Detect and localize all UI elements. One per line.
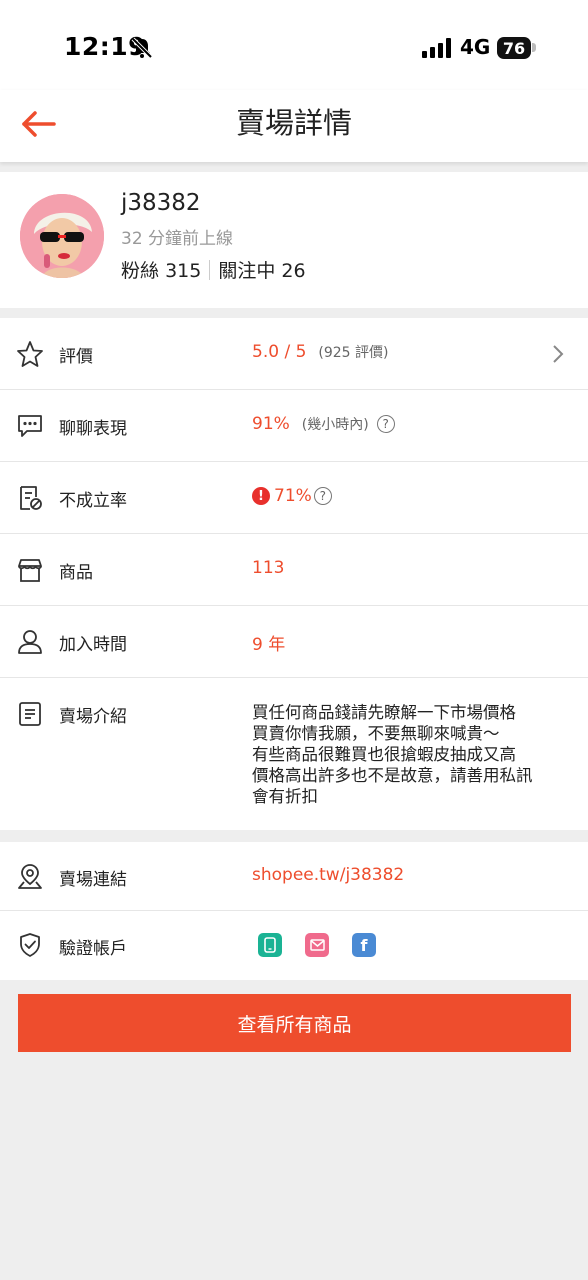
cancellation-rate: 71% bbox=[274, 486, 312, 506]
document-text-icon bbox=[19, 702, 41, 726]
chat-bubble-icon bbox=[18, 415, 42, 437]
app-header: 賣場詳情 bbox=[0, 90, 588, 162]
page-title: 賣場詳情 bbox=[235, 106, 352, 140]
joined-value: 9 年 bbox=[252, 635, 286, 655]
battery-icon: 76 bbox=[497, 37, 531, 59]
shop-intro-label: 賣場介紹 bbox=[59, 707, 127, 727]
cancellation-rate-value: ! 71% ? bbox=[252, 486, 332, 506]
cancellation-rate-label: 不成立率 bbox=[59, 491, 127, 511]
signal-icon bbox=[422, 38, 451, 58]
verified-accounts-label: 驗證帳戶 bbox=[59, 939, 127, 959]
joined-label: 加入時間 bbox=[59, 635, 127, 655]
facebook-letter: f bbox=[360, 935, 368, 955]
shop-stats-section: 評價 5.0 / 5 (925 評價) 聊聊表現 91% (幾小時內) ? 不成… bbox=[0, 318, 588, 830]
phone-verified-icon bbox=[258, 933, 282, 957]
rating-label: 評價 bbox=[59, 347, 93, 367]
shop-username: j38382 bbox=[121, 190, 201, 216]
chat-performance-row: 聊聊表現 91% (幾小時內) ? bbox=[0, 390, 588, 462]
help-icon[interactable]: ? bbox=[376, 415, 395, 433]
chevron-right-icon bbox=[553, 345, 564, 363]
storefront-icon bbox=[18, 559, 42, 582]
shop-intro-row: 賣場介紹 買任何商品錢請先瞭解一下市場價格 買賣你情我願，不要無聊來喊貴～ 有些… bbox=[0, 678, 588, 830]
products-count: 113 bbox=[252, 558, 285, 578]
chat-performance-label: 聊聊表現 bbox=[59, 419, 127, 439]
document-cancel-icon bbox=[20, 486, 42, 510]
stats-divider bbox=[209, 259, 211, 280]
network-type: 4G bbox=[460, 35, 491, 59]
chat-response-time: (幾小時內) bbox=[301, 417, 369, 433]
rating-count: (925 評價) bbox=[318, 345, 389, 361]
cancellation-rate-row: 不成立率 ! 71% ? bbox=[0, 462, 588, 534]
verified-accounts-row: 驗證帳戶 f bbox=[0, 911, 588, 980]
products-label: 商品 bbox=[59, 563, 93, 583]
shop-link-url[interactable]: shopee.tw/j38382 bbox=[252, 865, 404, 885]
joined-row: 加入時間 9 年 bbox=[0, 606, 588, 678]
shield-check-icon bbox=[20, 933, 40, 957]
status-bar: 12:19 4G 76 bbox=[0, 0, 588, 90]
shop-intro-text: 買任何商品錢請先瞭解一下市場價格 買賣你情我願，不要無聊來喊貴～ 有些商品很難買… bbox=[252, 703, 533, 806]
following-count: 26 bbox=[281, 260, 306, 282]
shop-link-row[interactable]: 賣場連結 shopee.tw/j38382 bbox=[0, 842, 588, 911]
help-icon[interactable]: ? bbox=[313, 487, 332, 505]
email-verified-icon bbox=[305, 933, 329, 957]
followers-count: 315 bbox=[165, 260, 202, 282]
following-label: 關注中 bbox=[218, 260, 276, 282]
bell-muted-icon bbox=[131, 37, 153, 59]
products-row: 商品 113 bbox=[0, 534, 588, 606]
avatar[interactable] bbox=[20, 194, 104, 278]
avatar-illustration bbox=[20, 194, 104, 278]
chat-performance-value: 91% (幾小時內) ? bbox=[252, 414, 395, 434]
chat-response-rate: 91% bbox=[252, 414, 290, 434]
location-pin-icon bbox=[18, 864, 42, 889]
shop-profile-card: j38382 32 分鐘前上線 粉絲 315 關注中 26 bbox=[0, 172, 588, 308]
user-icon bbox=[18, 630, 42, 654]
followers-label: 粉絲 bbox=[121, 260, 160, 282]
star-icon bbox=[17, 341, 43, 367]
facebook-verified-icon: f bbox=[352, 933, 376, 957]
shop-link-label: 賣場連結 bbox=[59, 870, 127, 890]
view-all-products-button[interactable]: 查看所有商品 bbox=[18, 994, 571, 1052]
rating-score: 5.0 / 5 bbox=[252, 342, 307, 362]
following-link[interactable]: 關注中 26 bbox=[218, 256, 305, 283]
rating-row[interactable]: 評價 5.0 / 5 (925 評價) bbox=[0, 318, 588, 390]
rating-value: 5.0 / 5 (925 評價) bbox=[252, 342, 389, 362]
last-active-text: 32 分鐘前上線 bbox=[121, 229, 234, 249]
shop-info-section: 賣場連結 shopee.tw/j38382 驗證帳戶 f bbox=[0, 842, 588, 980]
warning-icon: ! bbox=[252, 487, 270, 505]
followers-link[interactable]: 粉絲 315 bbox=[121, 256, 201, 283]
follow-stats: 粉絲 315 關注中 26 bbox=[121, 256, 306, 283]
battery-cap bbox=[532, 43, 536, 52]
